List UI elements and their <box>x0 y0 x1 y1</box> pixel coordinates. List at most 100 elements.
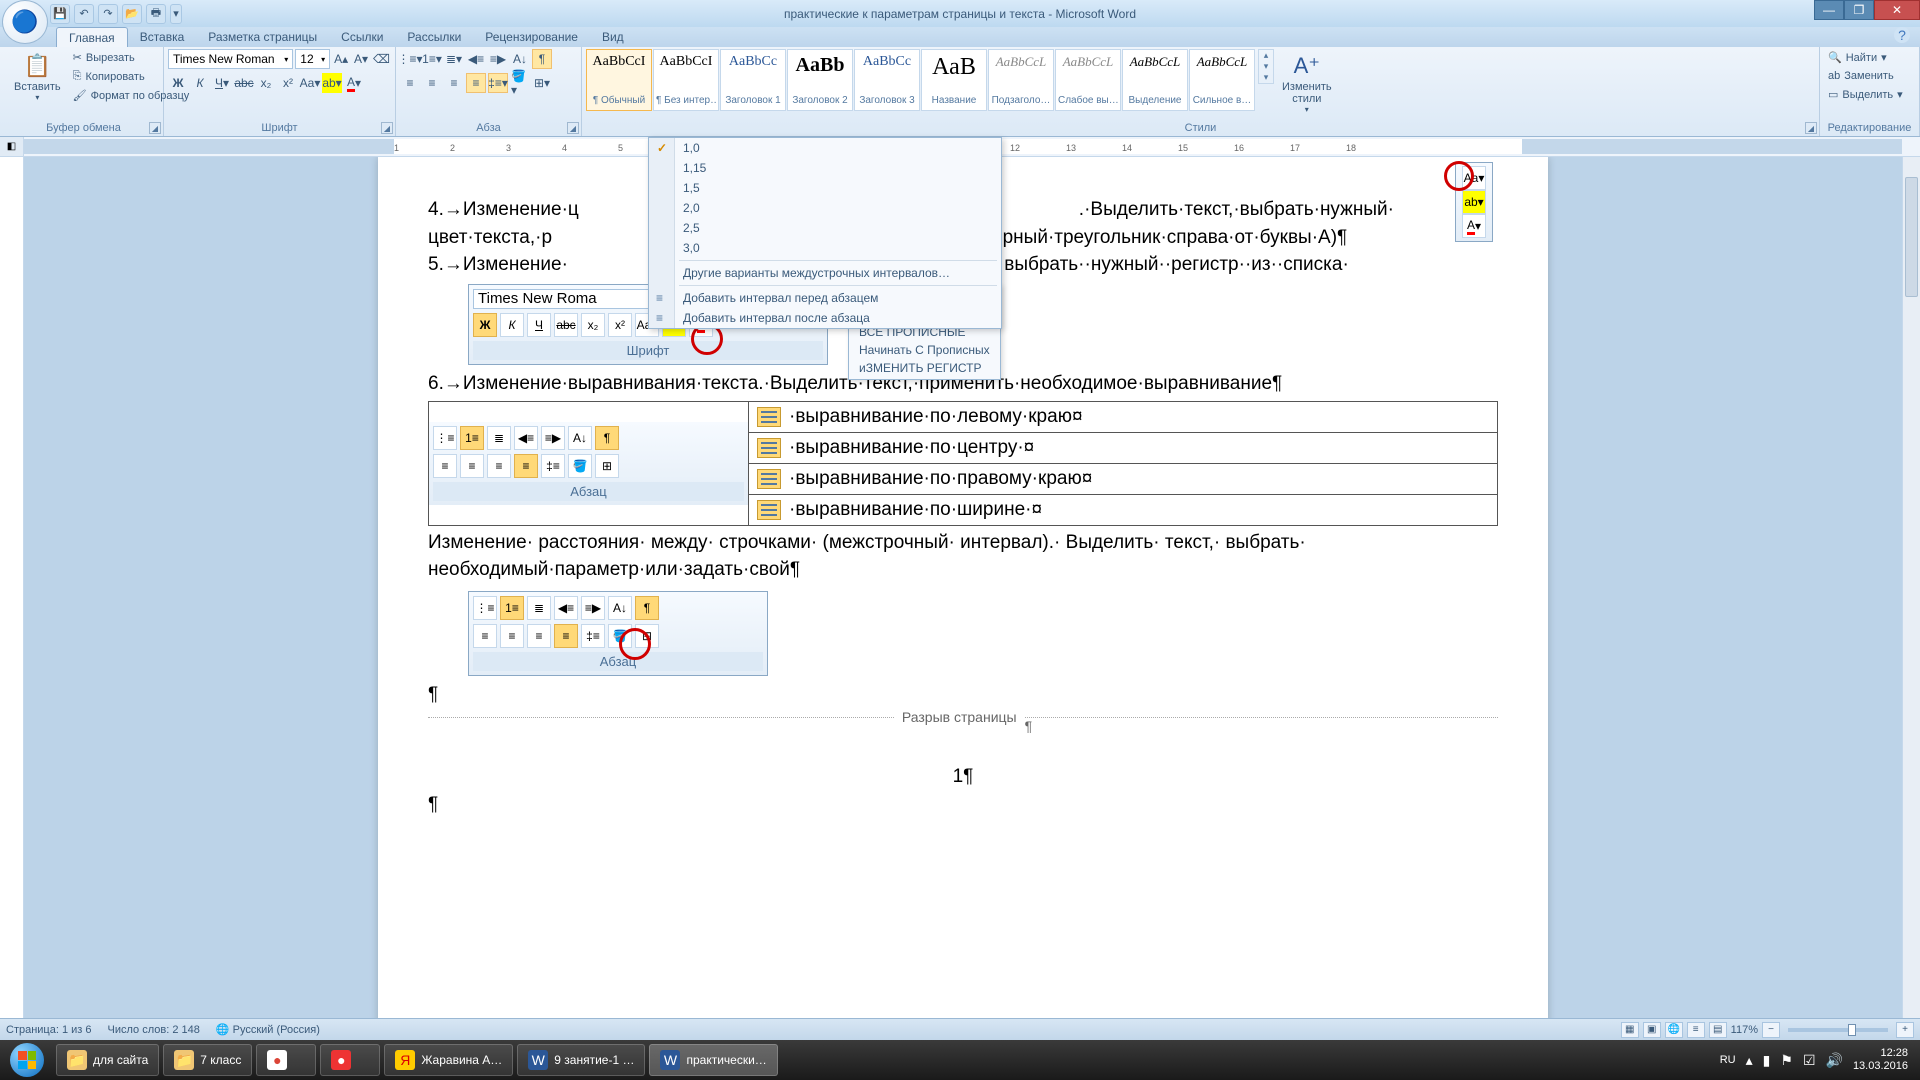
tray-show-hidden-icon[interactable]: ▴ <box>1746 1052 1753 1069</box>
zoom-thumb[interactable] <box>1848 1024 1856 1036</box>
paste-button[interactable]: 📋 Вставить ▾ <box>8 49 67 106</box>
replace-button[interactable]: abЗаменить <box>1824 68 1915 84</box>
style-item[interactable]: AaBbCcLПодзаголо… <box>988 49 1054 111</box>
align-left-button[interactable]: ≡ <box>400 73 420 93</box>
show-marks-button[interactable]: ¶ <box>532 49 552 69</box>
font-name-combo[interactable]: Times New Roman▾ <box>168 49 293 69</box>
line-spacing-button[interactable]: ‡≡▾ <box>488 73 508 93</box>
tab-page-layout[interactable]: Разметка страницы <box>196 27 329 47</box>
spacing-add-after[interactable]: Добавить интервал после абзаца <box>649 308 1001 328</box>
clear-formatting-button[interactable]: ⌫ <box>372 49 391 69</box>
styles-launcher[interactable]: ◢ <box>1805 122 1817 134</box>
sort-button[interactable]: A↓ <box>510 49 530 69</box>
font-launcher[interactable]: ◢ <box>381 122 393 134</box>
tray-volume-icon[interactable]: 🔊 <box>1826 1052 1843 1069</box>
taskbar-item[interactable]: Wпрактически… <box>649 1044 777 1076</box>
scroll-thumb[interactable] <box>1905 177 1918 297</box>
borders-button[interactable]: ⊞▾ <box>532 73 552 93</box>
numbering-button[interactable]: 1≡▾ <box>422 49 442 69</box>
align-justify-button[interactable]: ≡ <box>466 73 486 93</box>
style-item[interactable]: АаВНазвание <box>921 49 987 111</box>
spacing-option[interactable]: 1,5 <box>649 178 1001 198</box>
font-color-button[interactable]: A▾ <box>344 73 364 93</box>
qat-undo-icon[interactable]: ↶ <box>74 4 94 24</box>
tab-view[interactable]: Вид <box>590 27 636 47</box>
tray-clock[interactable]: 12:28 13.03.2016 <box>1853 1047 1908 1073</box>
vertical-ruler[interactable] <box>0 157 24 1026</box>
subscript-button[interactable]: x₂ <box>256 73 276 93</box>
multilevel-button[interactable]: ≣▾ <box>444 49 464 69</box>
styles-gallery[interactable]: AaBbCcI¶ ОбычныйAaBbCcI¶ Без интер…AaBbC… <box>586 49 1256 111</box>
paragraph-launcher[interactable]: ◢ <box>567 122 579 134</box>
underline-button[interactable]: Ч▾ <box>212 73 232 93</box>
taskbar-item[interactable]: 📁для сайта <box>56 1044 159 1076</box>
align-center-button[interactable]: ≡ <box>422 73 442 93</box>
tray-network-icon[interactable]: ▮ <box>1763 1052 1771 1069</box>
start-button[interactable] <box>0 1040 54 1080</box>
highlight-button[interactable]: ab▾ <box>322 73 342 93</box>
ruler-corner[interactable]: ◧ <box>0 137 24 156</box>
tray-checkbox-icon[interactable]: ☑ <box>1803 1052 1816 1069</box>
taskbar-item[interactable]: 📁7 класс <box>163 1044 252 1076</box>
style-item[interactable]: AaBbCcЗаголовок 3 <box>854 49 920 111</box>
strikethrough-button[interactable]: abc <box>234 73 254 93</box>
zoom-level[interactable]: 117% <box>1731 1024 1758 1036</box>
tray-flag-icon[interactable]: ⚑ <box>1780 1052 1793 1069</box>
bullets-button[interactable]: ⋮≡▾ <box>400 49 420 69</box>
spacing-more-options[interactable]: Другие варианты междустрочных интервалов… <box>649 263 1001 283</box>
spacing-option[interactable]: 1,0 <box>649 138 1001 158</box>
italic-button[interactable]: К <box>190 73 210 93</box>
zoom-in-button[interactable]: + <box>1896 1022 1914 1038</box>
view-outline[interactable]: ≡ <box>1687 1022 1705 1038</box>
find-button[interactable]: 🔍Найти ▾ <box>1824 49 1915 66</box>
style-item[interactable]: AaBbCcLСлабое вы… <box>1055 49 1121 111</box>
close-button[interactable]: ✕ <box>1874 0 1920 20</box>
style-item[interactable]: AaBbCcI¶ Обычный <box>586 49 652 111</box>
qat-open-icon[interactable]: 📂 <box>122 4 142 24</box>
qat-print-icon[interactable]: 🖶 <box>146 4 166 24</box>
tab-insert[interactable]: Вставка <box>128 27 197 47</box>
shading-button[interactable]: 🪣▾ <box>510 73 530 93</box>
shrink-font-button[interactable]: A▾ <box>352 49 370 69</box>
spacing-add-before[interactable]: Добавить интервал перед абзацем <box>649 288 1001 308</box>
taskbar-item[interactable]: ЯЖаравина А… <box>384 1044 513 1076</box>
style-item[interactable]: AaBbCcЗаголовок 1 <box>720 49 786 111</box>
clipboard-launcher[interactable]: ◢ <box>149 122 161 134</box>
styles-more-button[interactable]: ▴▾▾ <box>1258 49 1274 84</box>
style-item[interactable]: AaBbЗаголовок 2 <box>787 49 853 111</box>
status-words[interactable]: Число слов: 2 148 <box>108 1024 200 1036</box>
spacing-option[interactable]: 3,0 <box>649 238 1001 258</box>
taskbar-item[interactable]: W9 занятие-1 … <box>517 1044 645 1076</box>
style-item[interactable]: AaBbCcLВыделение <box>1122 49 1188 111</box>
tab-mailings[interactable]: Рассылки <box>395 27 473 47</box>
qat-redo-icon[interactable]: ↷ <box>98 4 118 24</box>
increase-indent-button[interactable]: ≡▶ <box>488 49 508 69</box>
zoom-out-button[interactable]: − <box>1762 1022 1780 1038</box>
view-draft[interactable]: ▤ <box>1709 1022 1727 1038</box>
style-item[interactable]: AaBbCcI¶ Без интер… <box>653 49 719 111</box>
style-item[interactable]: AaBbCcLСильное в… <box>1189 49 1255 111</box>
view-full-screen[interactable]: ▣ <box>1643 1022 1661 1038</box>
change-case-button[interactable]: Aa▾ <box>300 73 320 93</box>
minimize-button[interactable]: — <box>1814 0 1844 20</box>
spacing-option[interactable]: 2,5 <box>649 218 1001 238</box>
help-icon[interactable]: ? <box>1894 27 1910 43</box>
align-right-button[interactable]: ≡ <box>444 73 464 93</box>
select-button[interactable]: ▭Выделить ▾ <box>1824 86 1915 103</box>
status-page[interactable]: Страница: 1 из 6 <box>6 1024 92 1036</box>
spacing-option[interactable]: 1,15 <box>649 158 1001 178</box>
superscript-button[interactable]: x² <box>278 73 298 93</box>
office-button[interactable]: 🔵 <box>2 0 48 44</box>
qat-save-icon[interactable]: 💾 <box>50 4 70 24</box>
vertical-scrollbar[interactable] <box>1902 157 1920 1026</box>
taskbar-item[interactable]: ● <box>320 1044 380 1076</box>
taskbar-item[interactable]: ● <box>256 1044 316 1076</box>
tab-review[interactable]: Рецензирование <box>473 27 590 47</box>
qat-customize-icon[interactable]: ▾ <box>170 4 182 24</box>
status-lang[interactable]: 🌐 Русский (Россия) <box>216 1023 320 1036</box>
view-web[interactable]: 🌐 <box>1665 1022 1683 1038</box>
tab-home[interactable]: Главная <box>56 27 128 47</box>
zoom-slider[interactable] <box>1788 1028 1888 1032</box>
bold-button[interactable]: Ж <box>168 73 188 93</box>
decrease-indent-button[interactable]: ◀≡ <box>466 49 486 69</box>
